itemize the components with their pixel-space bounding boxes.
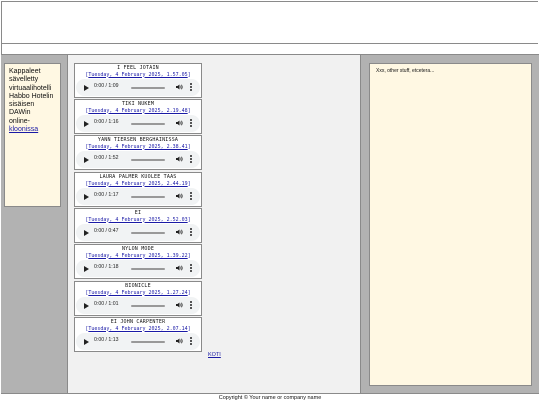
footer: Copyright © Your name or company name (1, 394, 539, 403)
sidebar-text-line: online- (9, 117, 31, 125)
progress-bar[interactable] (131, 87, 165, 89)
play-icon[interactable] (84, 338, 89, 345)
play-icon[interactable] (84, 120, 89, 127)
audio-player[interactable]: 0:00 / 1:13 (76, 333, 200, 350)
track-date-link[interactable]: Tuesday, 4 February 2025, 2.19.48 (88, 108, 187, 114)
time-display: 0:00 / 1:52 (94, 155, 119, 161)
sidebar-text-line: sävelletty (9, 76, 39, 84)
track-title: LAURA PALMER KUOLEE TAAS (99, 174, 177, 180)
volume-icon[interactable] (175, 83, 183, 91)
audio-player[interactable]: 0:00 / 0:47 (76, 224, 200, 241)
track-date: [Tuesday, 4 February 2025, 2.44.19] (85, 180, 191, 187)
volume-icon[interactable] (175, 192, 183, 200)
time-display: 0:00 / 0:47 (94, 228, 119, 234)
more-vertical-icon[interactable] (190, 154, 193, 164)
play-icon[interactable] (84, 265, 89, 272)
time-display: 0:00 / 1:18 (94, 264, 119, 270)
track-title: EI JOHN CARPENTER (110, 319, 166, 325)
progress-bar[interactable] (131, 305, 165, 307)
track-card: EI [Tuesday, 4 February 2025, 2.52.03] 0:0… (74, 208, 202, 243)
home-link[interactable]: KOTI (208, 352, 221, 358)
track-date: [Tuesday, 4 February 2025, 1.27.24] (85, 289, 191, 296)
more-vertical-icon[interactable] (190, 263, 193, 273)
track-date: [Tuesday, 4 February 2025, 2.52.03] (85, 216, 191, 223)
right-sidebar-box: Xxx, other stuff, etcetera... (369, 63, 532, 386)
more-vertical-icon[interactable] (190, 336, 193, 346)
sidebar-text-line: Kappaleet (9, 68, 41, 75)
track-date: [Tuesday, 4 February 2025, 2.38.41] (85, 143, 191, 150)
track-title: NYLON MODE (121, 246, 155, 252)
sidebar-text-line: virtuaalihotelli (9, 84, 52, 92)
track-card: I FEEL JOTAIN [Tuesday, 4 February 2025, … (74, 63, 202, 98)
time-display: 0:00 / 1:13 (94, 337, 119, 343)
time-display: 0:00 / 1:16 (94, 119, 119, 125)
track-card: NYLON MODE [Tuesday, 4 February 2025, 1.3… (74, 244, 202, 279)
more-vertical-icon[interactable] (190, 82, 193, 92)
track-date-link[interactable]: Tuesday, 4 February 2025, 1.39.22 (88, 253, 187, 259)
track-date-link[interactable]: Tuesday, 4 February 2025, 2.44.19 (88, 181, 187, 187)
track-date-link[interactable]: Tuesday, 4 February 2025, 2.07.14 (88, 326, 187, 332)
audio-player[interactable]: 0:00 / 1:17 (76, 188, 200, 205)
track-card: EI JOHN CARPENTER [Tuesday, 4 February 20… (74, 317, 202, 352)
progress-bar[interactable] (131, 232, 165, 234)
right-sidebar: Xxx, other stuff, etcetera... (362, 55, 539, 393)
track-date: [Tuesday, 4 February 2025, 2.19.48] (85, 107, 191, 114)
track-title: BIONICLE (125, 283, 151, 289)
time-display: 0:00 / 1:01 (94, 301, 119, 307)
more-vertical-icon[interactable] (190, 300, 193, 310)
volume-icon[interactable] (175, 228, 183, 236)
left-sidebar: Kappaleet sävelletty virtuaalihotelli Ha… (1, 55, 67, 393)
volume-icon[interactable] (175, 337, 183, 345)
track-date: [Tuesday, 4 February 2025, 2.07.14] (85, 325, 191, 332)
left-sidebar-box: Kappaleet sävelletty virtuaalihotelli Ha… (4, 63, 61, 207)
content-column: I FEEL JOTAIN [Tuesday, 4 February 2025, … (67, 55, 361, 393)
track-card: BIONICLE [Tuesday, 4 February 2025, 1.27.… (74, 281, 202, 316)
track-title: EI (134, 210, 142, 216)
header-gap (2, 44, 538, 54)
volume-icon[interactable] (175, 301, 183, 309)
audio-player[interactable]: 0:00 / 1:01 (76, 297, 200, 314)
play-icon[interactable] (84, 84, 89, 91)
more-vertical-icon[interactable] (190, 227, 193, 237)
audio-player[interactable]: 0:00 / 1:18 (76, 260, 200, 277)
sidebar-text-line: DAWin (9, 109, 31, 117)
progress-bar[interactable] (131, 123, 165, 125)
track-date-link[interactable]: Tuesday, 4 February 2025, 2.38.41 (88, 144, 187, 150)
progress-bar[interactable] (131, 196, 165, 198)
play-icon[interactable] (84, 156, 89, 163)
header (2, 2, 538, 44)
play-icon[interactable] (84, 302, 89, 309)
track-title: TIKI NUKEM (121, 101, 155, 107)
volume-icon[interactable] (175, 155, 183, 163)
track-title: YANN TIERSEN BERGHAINISSA (97, 137, 179, 143)
track-card: YANN TIERSEN BERGHAINISSA [Tuesday, 4 Feb… (74, 135, 202, 170)
audio-player[interactable]: 0:00 / 1:52 (76, 151, 200, 168)
volume-icon[interactable] (175, 264, 183, 272)
audio-player[interactable]: 0:00 / 1:09 (76, 79, 200, 96)
track-date-link[interactable]: Tuesday, 4 February 2025, 1.57.05 (88, 72, 187, 78)
more-vertical-icon[interactable] (190, 191, 193, 201)
volume-icon[interactable] (175, 119, 183, 127)
track-date: [Tuesday, 4 February 2025, 1.57.05] (85, 71, 191, 78)
track-card: LAURA PALMER KUOLEE TAAS [Tuesday, 4 Febr… (74, 172, 202, 207)
play-icon[interactable] (84, 229, 89, 236)
clone-link[interactable]: kloonissa (9, 126, 38, 133)
track-title: I FEEL JOTAIN (117, 65, 159, 71)
right-sidebar-text: Xxx, other stuff, etcetera... (376, 68, 435, 74)
more-vertical-icon[interactable] (190, 118, 193, 128)
track-card: TIKI NUKEM [Tuesday, 4 February 2025, 2.1… (74, 99, 202, 134)
audio-player[interactable]: 0:00 / 1:16 (76, 115, 200, 132)
sidebar-text-line: Habbo Hotelin (9, 92, 54, 100)
track-date-link[interactable]: Tuesday, 4 February 2025, 2.52.03 (88, 217, 187, 223)
progress-bar[interactable] (131, 268, 165, 270)
main-layout: Kappaleet sävelletty virtuaalihotelli Ha… (1, 54, 539, 394)
time-display: 0:00 / 1:09 (94, 83, 119, 89)
progress-bar[interactable] (131, 159, 165, 161)
track-date-link[interactable]: Tuesday, 4 February 2025, 1.27.24 (88, 290, 187, 296)
sidebar-text-line: sisäisen (9, 101, 35, 109)
play-icon[interactable] (84, 193, 89, 200)
track-date: [Tuesday, 4 February 2025, 1.39.22] (85, 252, 191, 259)
progress-bar[interactable] (131, 341, 165, 343)
time-display: 0:00 / 1:17 (94, 192, 119, 198)
